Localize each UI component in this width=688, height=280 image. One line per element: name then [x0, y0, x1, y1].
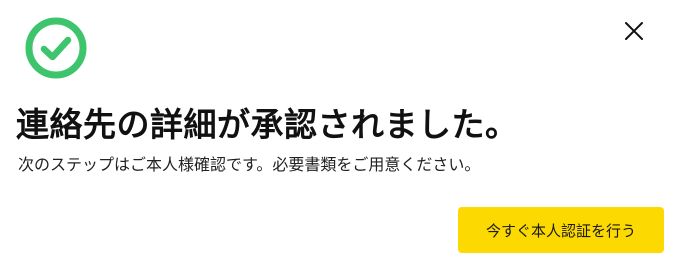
- check-circle-icon: [24, 16, 88, 80]
- dialog-title: 連絡先の詳細が承認されました。: [16, 105, 519, 144]
- verify-identity-button-label: 今すぐ本人認証を行う: [485, 221, 636, 240]
- close-button[interactable]: [618, 16, 650, 48]
- verify-identity-button[interactable]: 今すぐ本人認証を行う: [458, 207, 664, 253]
- verification-success-dialog: 連絡先の詳細が承認されました。 次のステップはご本人様確認です。必要書類をご用意…: [0, 0, 688, 280]
- dialog-subtitle: 次のステップはご本人様確認です。必要書類をご用意ください。: [18, 155, 481, 174]
- close-icon: [624, 21, 644, 44]
